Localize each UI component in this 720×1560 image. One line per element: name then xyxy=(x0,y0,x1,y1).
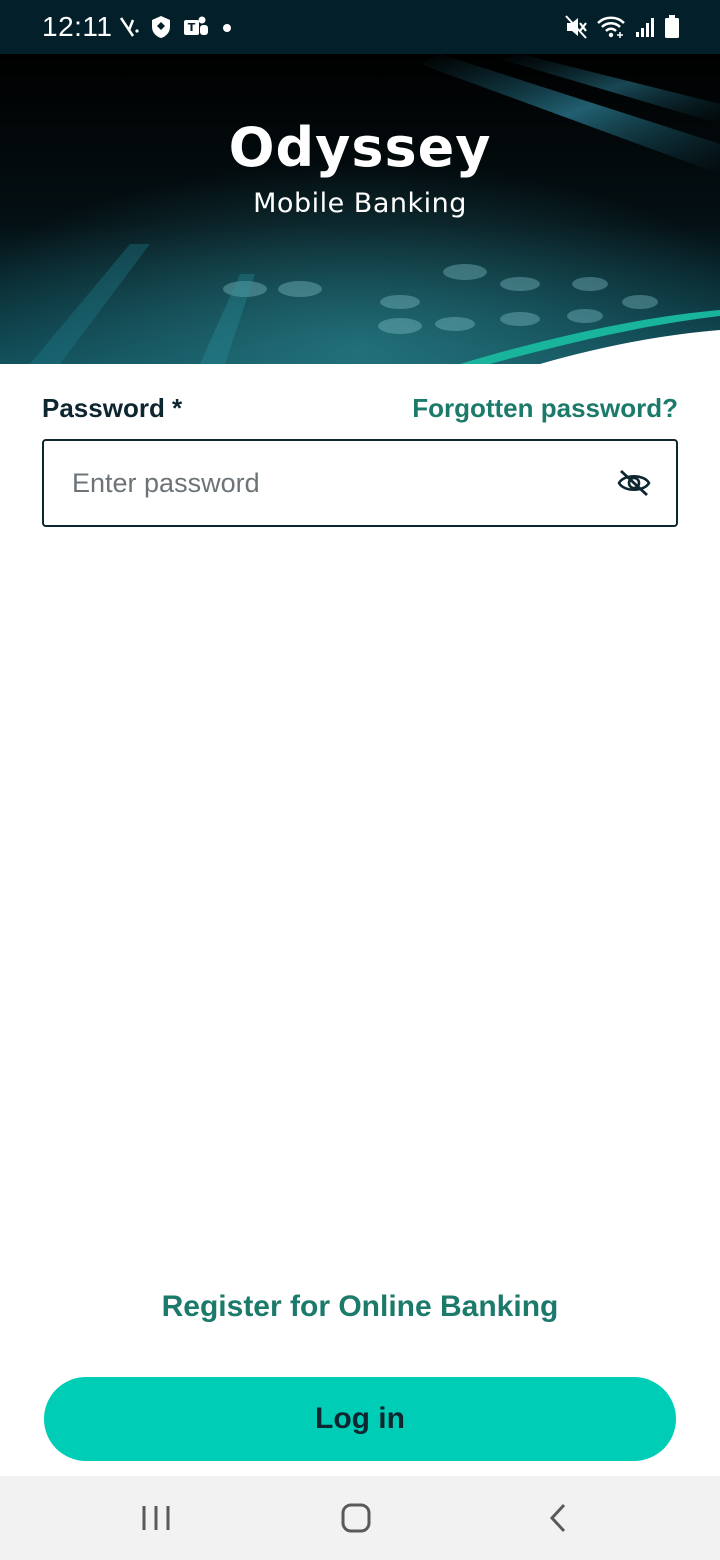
recent-apps-icon[interactable] xyxy=(134,1496,178,1540)
password-label: Password * xyxy=(42,393,183,423)
cell-signal-icon xyxy=(634,14,656,40)
status-time: 12:11 xyxy=(42,11,113,42)
shield-icon xyxy=(150,14,172,40)
eye-off-icon[interactable] xyxy=(616,468,652,498)
password-field xyxy=(42,439,678,527)
signal-slash-icon xyxy=(118,14,140,40)
wifi-icon xyxy=(596,14,626,40)
password-input[interactable] xyxy=(72,441,592,525)
navigation-bar xyxy=(0,1476,720,1560)
hero-banner: Odyssey Mobile Banking xyxy=(0,54,720,364)
battery-icon xyxy=(664,14,680,40)
status-right-icons xyxy=(564,12,680,42)
forgot-password-link[interactable]: Forgotten password? xyxy=(412,393,678,424)
mute-icon xyxy=(564,14,588,40)
teams-icon: T xyxy=(182,14,210,40)
status-left-icons: T xyxy=(118,12,234,42)
register-online-banking-link[interactable]: Register for Online Banking xyxy=(0,1290,720,1324)
status-bar: 12:11 T xyxy=(0,0,720,54)
back-icon[interactable] xyxy=(536,1496,580,1540)
brand-tagline: Mobile Banking xyxy=(253,188,467,219)
brand-logo: Odyssey xyxy=(228,116,492,179)
notification-dot-icon xyxy=(220,14,234,40)
svg-text:T: T xyxy=(188,21,196,34)
login-button[interactable]: Log in xyxy=(44,1377,676,1461)
home-icon[interactable] xyxy=(334,1496,378,1540)
